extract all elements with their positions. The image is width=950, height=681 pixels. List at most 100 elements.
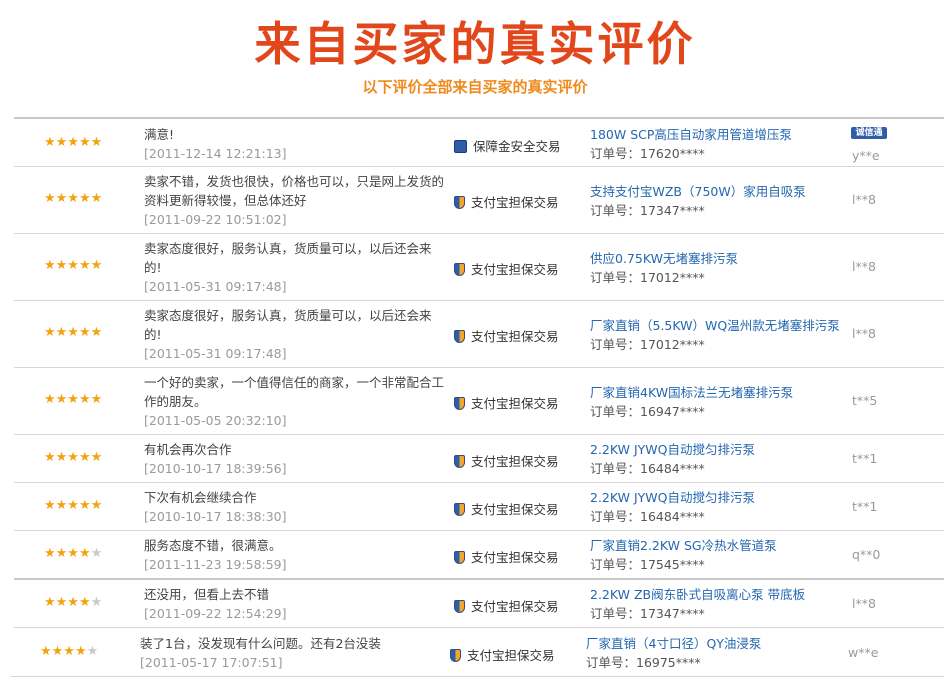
- trade-label: 支付宝担保交易: [471, 262, 559, 277]
- review-row: ★★★★★ 满意! [2011-12-14 12:21:13] 保障金安全交易 …: [14, 119, 944, 167]
- buyer-name: t**5: [852, 393, 878, 408]
- comment-text: 一个好的卖家，一个值得信任的商家，一个非常配合工作的朋友。: [144, 375, 445, 409]
- review-date: [2011-09-22 12:54:29]: [144, 606, 287, 621]
- review-row: ★★★★★ 还没用，但看上去不错 [2011-09-22 12:54:29] 支…: [14, 580, 944, 628]
- trade-type: 支付宝担保交易: [454, 259, 559, 278]
- shield-icon: [450, 649, 461, 662]
- buyer-name: w**e: [848, 645, 879, 660]
- review-date: [2011-11-23 19:58:59]: [144, 557, 287, 572]
- review-row: ★★★★★ 服务态度不错，很满意。 [2011-11-23 19:58:59] …: [14, 531, 944, 580]
- order-number: 订单号：17545****: [590, 557, 705, 572]
- order-number: 订单号：17347****: [590, 203, 705, 218]
- trade-label: 支付宝担保交易: [467, 648, 555, 663]
- comment-text: 服务态度不错，很满意。: [144, 538, 282, 553]
- trade-type: 支付宝担保交易: [450, 645, 555, 664]
- star-empty-icon: ★: [86, 644, 99, 659]
- review-comment: 服务态度不错，很满意。 [2011-11-23 19:58:59]: [144, 536, 444, 574]
- review-comment: 装了1台，没发现有什么问题。还有2台没装 [2011-05-17 17:07:5…: [140, 634, 440, 672]
- product-info: 2.2KW ZB阀东卧式自吸离心泵 带底板 订单号：17347****: [590, 585, 805, 623]
- product-link[interactable]: 厂家直销4KW国标法兰无堵塞排污泵: [590, 383, 793, 402]
- review-date: [2011-12-14 12:21:13]: [144, 146, 287, 161]
- star-icon: ★★★★★: [44, 191, 103, 206]
- star-rating: ★★★★★: [44, 393, 102, 407]
- review-date: [2011-09-22 10:51:02]: [144, 212, 287, 227]
- review-comment: 下次有机会继续合作 [2010-10-17 18:38:30]: [144, 488, 444, 526]
- comment-text: 下次有机会继续合作: [144, 490, 257, 505]
- product-info: 供应0.75KW无堵塞排污泵 订单号：17012****: [590, 249, 738, 287]
- trade-type: 支付宝担保交易: [454, 596, 559, 615]
- product-link[interactable]: 供应0.75KW无堵塞排污泵: [590, 249, 738, 268]
- review-comment: 还没用，但看上去不错 [2011-09-22 12:54:29]: [144, 585, 444, 623]
- trade-label: 支付宝担保交易: [471, 396, 559, 411]
- review-row: ★★★★★ 卖家态度很好，服务认真，货质量可以，以后还会来的! [2011-05…: [14, 301, 944, 368]
- trade-type: 支付宝担保交易: [454, 451, 559, 470]
- trade-type: 保障金安全交易: [454, 136, 561, 155]
- product-link[interactable]: 厂家直销（5.5KW）WQ温州款无堵塞排污泵: [590, 316, 840, 335]
- product-info: 厂家直销（4寸口径）QY油浸泵 订单号：16975****: [586, 634, 761, 672]
- star-icon: ★★★★★: [44, 325, 103, 340]
- star-rating: ★★★★★: [40, 645, 98, 659]
- credit-badge-icon: 诚信通: [851, 127, 887, 139]
- buyer-name: y**e: [852, 148, 880, 163]
- star-rating: ★★★★★: [44, 596, 102, 610]
- trade-label: 支付宝担保交易: [471, 502, 559, 517]
- order-number: 订单号：16975****: [586, 655, 701, 670]
- buyer-name: l**8: [852, 259, 876, 274]
- product-link[interactable]: 2.2KW JYWQ自动搅匀排污泵: [590, 440, 755, 459]
- star-icon: ★★★★★: [44, 258, 103, 273]
- trade-label: 支付宝担保交易: [471, 329, 559, 344]
- shield-icon: [454, 140, 467, 153]
- trade-label: 支付宝担保交易: [471, 195, 559, 210]
- product-link[interactable]: 180W SCP高压自动家用管道增压泵: [590, 125, 792, 144]
- review-comment: 卖家不错，发货也很快，价格也可以，只是网上发货的资料更新得较慢，但总体还好 [2…: [144, 172, 444, 229]
- review-row: ★★★★★ 卖家不错，发货也很快，价格也可以，只是网上发货的资料更新得较慢，但总…: [14, 167, 944, 234]
- review-row: ★★★★★ 有机会再次合作 [2010-10-17 18:39:56] 支付宝担…: [14, 435, 944, 483]
- product-link[interactable]: 支持支付宝WZB（750W）家用自吸泵: [590, 182, 806, 201]
- trade-label: 支付宝担保交易: [471, 550, 559, 565]
- star-icon: ★★★★★: [44, 392, 103, 407]
- order-number: 订单号：16484****: [590, 461, 705, 476]
- review-row: ★★★★★ 一个好的卖家，一个值得信任的商家，一个非常配合工作的朋友。 [201…: [14, 368, 944, 435]
- shield-icon: [454, 600, 465, 613]
- buyer-name: q**0: [852, 547, 881, 562]
- star-icon: ★★★★★: [44, 498, 103, 513]
- star-icon: ★★★★: [44, 595, 91, 610]
- product-info: 厂家直销（5.5KW）WQ温州款无堵塞排污泵 订单号：17012****: [590, 316, 840, 354]
- review-comment: 卖家态度很好，服务认真，货质量可以，以后还会来的! [2011-05-31 09…: [144, 239, 444, 296]
- trade-type: 支付宝担保交易: [454, 393, 559, 412]
- trade-type: 支付宝担保交易: [454, 326, 559, 345]
- comment-text: 还没用，但看上去不错: [144, 587, 270, 602]
- review-table: ★★★★★ 满意! [2011-12-14 12:21:13] 保障金安全交易 …: [10, 117, 944, 677]
- star-rating: ★★★★★: [44, 259, 102, 273]
- comment-text: 卖家态度很好，服务认真，货质量可以，以后还会来的!: [144, 308, 432, 342]
- star-empty-icon: ★: [90, 595, 103, 610]
- buyer-name: t**1: [852, 499, 878, 514]
- product-link[interactable]: 厂家直销（4寸口径）QY油浸泵: [586, 634, 761, 653]
- review-date: [2011-05-05 20:32:10]: [144, 413, 287, 428]
- review-row: ★★★★★ 卖家态度很好，服务认真，货质量可以，以后还会来的! [2011-05…: [14, 234, 944, 301]
- review-date: [2011-05-31 09:17:48]: [144, 346, 287, 361]
- product-link[interactable]: 2.2KW ZB阀东卧式自吸离心泵 带底板: [590, 585, 805, 604]
- star-rating: ★★★★★: [44, 192, 102, 206]
- shield-icon: [454, 551, 465, 564]
- trade-type: 支付宝担保交易: [454, 192, 559, 211]
- shield-icon: [454, 196, 465, 209]
- shield-icon: [454, 503, 465, 516]
- comment-text: 有机会再次合作: [144, 442, 232, 457]
- product-link[interactable]: 2.2KW JYWQ自动搅匀排污泵: [590, 488, 755, 507]
- shield-icon: [454, 330, 465, 343]
- star-rating: ★★★★★: [44, 547, 102, 561]
- trade-label: 支付宝担保交易: [471, 599, 559, 614]
- review-comment: 满意! [2011-12-14 12:21:13]: [144, 125, 444, 163]
- product-info: 厂家直销4KW国标法兰无堵塞排污泵 订单号：16947****: [590, 383, 793, 421]
- product-link[interactable]: 厂家直销2.2KW SG冷热水管道泵: [590, 536, 777, 555]
- product-info: 厂家直销2.2KW SG冷热水管道泵 订单号：17545****: [590, 536, 777, 574]
- buyer-name: t**1: [852, 451, 878, 466]
- product-info: 2.2KW JYWQ自动搅匀排污泵 订单号：16484****: [590, 440, 755, 478]
- trade-label: 保障金安全交易: [473, 139, 561, 154]
- comment-text: 装了1台，没发现有什么问题。还有2台没装: [140, 636, 381, 651]
- shield-icon: [454, 397, 465, 410]
- page-subtitle: 以下评价全部来自买家的真实评价: [362, 78, 588, 96]
- star-icon: ★★★★★: [44, 135, 103, 150]
- review-comment: 一个好的卖家，一个值得信任的商家，一个非常配合工作的朋友。 [2011-05-0…: [144, 373, 444, 430]
